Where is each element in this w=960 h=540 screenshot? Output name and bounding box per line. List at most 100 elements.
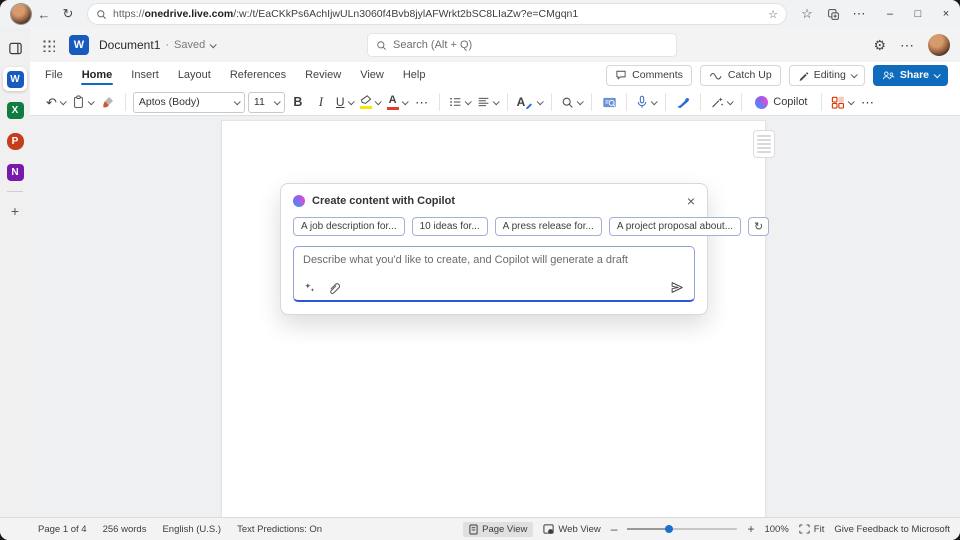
copilot-button[interactable]: Copilot [749, 91, 813, 113]
chip-ideas[interactable]: 10 ideas for... [412, 217, 488, 236]
zoom-slider-thumb[interactable] [665, 525, 673, 533]
sidebar-item-onenote[interactable]: N [3, 160, 27, 184]
styles-button[interactable]: A [515, 91, 545, 113]
chevron-down-icon [347, 98, 354, 105]
attach-file-icon[interactable] [327, 281, 340, 295]
clipboard-icon [72, 95, 85, 109]
search-input[interactable] [393, 39, 668, 51]
chevron-down-icon [934, 71, 941, 78]
zoom-out-button[interactable]: – [611, 522, 618, 536]
bullet-list-button[interactable] [447, 91, 472, 113]
chevron-down-icon [850, 71, 857, 78]
find-button[interactable] [559, 91, 584, 113]
font-name-select[interactable]: Aptos (Body) [133, 92, 245, 113]
find-icon [561, 96, 574, 109]
webcam-avatar [11, 4, 31, 24]
chevron-down-icon [537, 98, 544, 105]
web-view-icon [543, 524, 554, 535]
text-predictions[interactable]: Text Predictions: On [237, 524, 322, 535]
favorites-icon[interactable]: ☆ [796, 2, 818, 26]
collections-icon[interactable] [822, 2, 844, 26]
tab-insert[interactable]: Insert [130, 65, 160, 85]
toolbar-more-options[interactable]: ⋯ [858, 91, 878, 113]
page-count[interactable]: Page 1 of 4 [38, 524, 87, 535]
browser-more-menu[interactable]: ⋯ [848, 2, 870, 26]
zoom-in-button[interactable]: + [747, 522, 754, 536]
tab-view[interactable]: View [359, 65, 385, 85]
address-bar[interactable]: https://onedrive.live.com/:w:/t/EaCKkPs6… [88, 4, 786, 24]
refresh-suggestions-button[interactable]: ↻ [748, 217, 769, 236]
comment-icon [615, 69, 627, 81]
editor-button[interactable] [673, 91, 693, 113]
prompt-input[interactable] [303, 254, 685, 278]
send-button[interactable] [669, 280, 685, 295]
sidebar-toggle-icon[interactable] [3, 36, 27, 60]
reader-icon [602, 96, 617, 109]
close-button[interactable]: × [932, 2, 960, 26]
tab-layout[interactable]: Layout [177, 65, 212, 85]
dictate-button[interactable] [634, 91, 658, 113]
document-page[interactable] [222, 121, 765, 517]
browser-back-button[interactable]: ← [32, 2, 56, 26]
font-more-options[interactable]: ⋯ [412, 91, 432, 113]
tab-file[interactable]: File [44, 65, 64, 85]
undo-button[interactable]: ↶ [44, 91, 67, 113]
auto-rewrite-button[interactable] [708, 91, 734, 113]
designer-button[interactable] [829, 91, 855, 113]
floating-card[interactable] [753, 130, 775, 158]
tab-home[interactable]: Home [81, 65, 114, 85]
immersive-reader-button[interactable] [599, 91, 619, 113]
underline-button[interactable]: U [334, 91, 355, 113]
sidebar-divider [7, 191, 23, 192]
editor-pen-icon [676, 95, 691, 109]
comments-button[interactable]: Comments [606, 65, 692, 86]
account-avatar[interactable] [928, 34, 950, 56]
tab-references[interactable]: References [229, 65, 287, 85]
highlight-button[interactable] [358, 91, 382, 113]
dialog-close-icon[interactable]: × [687, 194, 695, 208]
zoom-slider[interactable] [627, 528, 737, 530]
font-color-button[interactable]: A [385, 91, 409, 113]
language[interactable]: English (U.S.) [162, 524, 221, 535]
tab-review[interactable]: Review [304, 65, 342, 85]
rewrite-sparkle-icon[interactable] [303, 281, 317, 294]
settings-gear-icon[interactable]: ⚙ [873, 38, 886, 52]
word-logo-icon[interactable]: W [69, 35, 89, 55]
sidebar-item-word[interactable]: W [3, 67, 27, 91]
chip-press-release[interactable]: A press release for... [495, 217, 602, 236]
font-size-select[interactable]: 11 [248, 92, 285, 113]
bold-button[interactable]: B [288, 91, 308, 113]
app-launcher-icon[interactable] [42, 39, 55, 52]
align-button[interactable] [475, 91, 500, 113]
chip-project-proposal[interactable]: A project proposal about... [609, 217, 741, 236]
header-search[interactable] [368, 34, 676, 56]
editing-mode-button[interactable]: Editing [789, 65, 865, 86]
zoom-level[interactable]: 100% [764, 524, 788, 535]
web-view-button[interactable]: Web View [543, 524, 600, 535]
maximize-button[interactable]: □ [904, 2, 932, 26]
feedback-link[interactable]: Give Feedback to Microsoft [834, 524, 950, 535]
chevron-down-icon [274, 98, 281, 105]
sidebar-item-powerpoint[interactable]: P [3, 129, 27, 153]
minimize-button[interactable]: – [876, 2, 904, 26]
tab-help[interactable]: Help [402, 65, 427, 85]
document-title[interactable]: Document1 · Saved [99, 38, 215, 52]
format-painter-button[interactable] [98, 91, 118, 113]
catch-up-button[interactable]: Catch Up [700, 65, 781, 86]
paste-button[interactable] [70, 91, 95, 113]
fit-button[interactable]: Fit [799, 524, 825, 535]
edge-sidebar: W X P N + [0, 28, 30, 517]
sidebar-add-button[interactable]: + [3, 199, 27, 223]
bookmark-star-icon[interactable]: ☆ [768, 8, 778, 21]
italic-button[interactable]: I [311, 91, 331, 113]
word-count[interactable]: 256 words [103, 524, 147, 535]
header-more-menu[interactable]: ⋯ [900, 38, 914, 52]
share-button[interactable]: Share [873, 65, 948, 86]
browser-refresh-button[interactable]: ↻ [56, 2, 80, 26]
sidebar-item-excel[interactable]: X [3, 98, 27, 122]
styles-icon: A [517, 95, 535, 109]
font-color-icon: A [387, 95, 399, 110]
chip-job-description[interactable]: A job description for... [293, 217, 405, 236]
page-view-button[interactable]: Page View [463, 522, 533, 537]
chevron-down-icon [88, 98, 95, 105]
